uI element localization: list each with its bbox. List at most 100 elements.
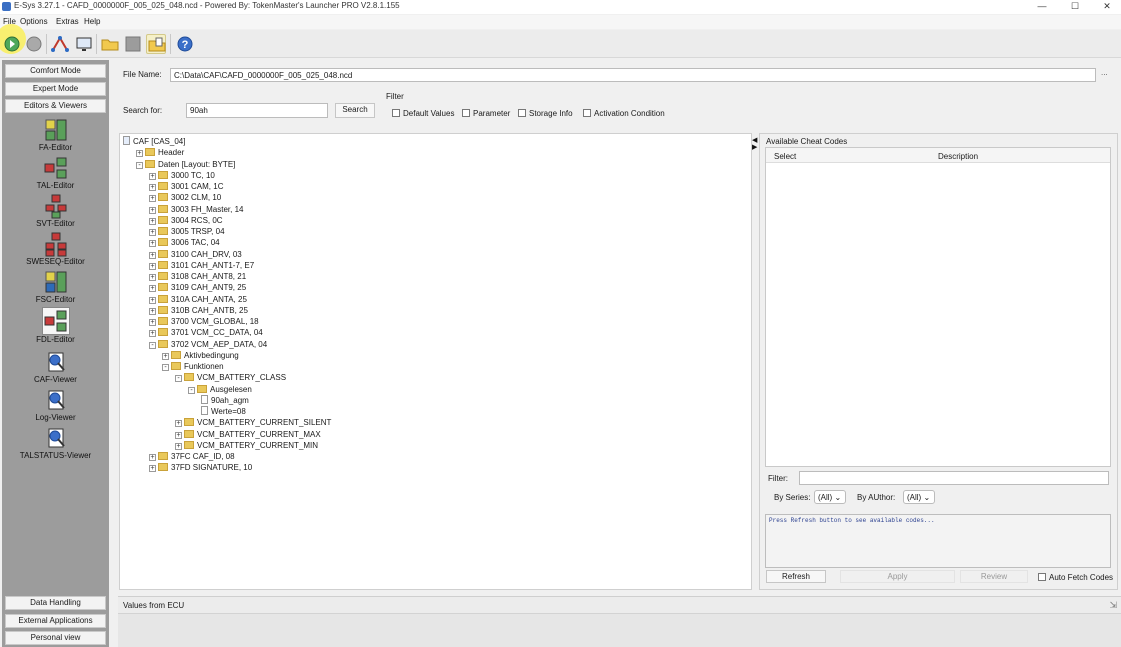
search-button[interactable]: Search (335, 103, 375, 118)
refresh-button[interactable]: Refresh (766, 570, 826, 583)
disconnect-button[interactable] (24, 34, 44, 54)
apply-button[interactable]: Apply (840, 570, 955, 583)
expand-icon[interactable]: + (149, 285, 156, 293)
tree-node[interactable]: 90ah_agm (201, 394, 249, 406)
tree-node[interactable]: + Header (136, 147, 184, 158)
tree-node[interactable]: +3700 VCM_GLOBAL, 18 (149, 316, 259, 327)
default-values-checkbox[interactable]: Default Values (392, 109, 454, 118)
review-button[interactable]: Review (960, 570, 1028, 583)
export-button[interactable] (146, 34, 166, 54)
network-button[interactable] (50, 34, 70, 54)
collapse-icon[interactable]: - (149, 341, 156, 349)
panel-resize-icon[interactable]: ⇲ (1109, 600, 1117, 611)
browse-button[interactable]: ... (1101, 68, 1108, 77)
tree-node[interactable]: Werte=08 (201, 406, 246, 417)
caf-viewer-button[interactable]: CAF-Viewer (2, 349, 109, 384)
column-select[interactable]: Select (774, 152, 796, 161)
connect-button[interactable] (2, 34, 22, 54)
menu-options[interactable]: Options (20, 17, 48, 26)
splitter-arrows-icon[interactable]: ◀ ▶ (752, 137, 757, 151)
tree-node[interactable]: +37FD SIGNATURE, 10 (149, 462, 252, 473)
cheat-codes-table[interactable]: Select Description (765, 147, 1111, 467)
fdl-editor-button[interactable]: FDL-Editor (2, 307, 109, 344)
svt-editor-button[interactable]: SVT-Editor (2, 193, 109, 228)
minimize-button[interactable]: — (1028, 0, 1056, 14)
screen-button[interactable] (74, 34, 94, 54)
comfort-mode-button[interactable]: Comfort Mode (5, 64, 106, 78)
storage-info-checkbox[interactable]: Storage Info (518, 109, 573, 118)
collapse-icon[interactable]: - (175, 375, 182, 383)
tree-node[interactable]: +3109 CAH_ANT9, 25 (149, 282, 246, 293)
by-author-select[interactable]: (All) ⌄ (903, 490, 935, 504)
log-viewer-button[interactable]: Log-Viewer (2, 387, 109, 422)
expand-icon[interactable]: + (149, 465, 156, 473)
tree-node[interactable]: +3100 CAH_DRV, 03 (149, 249, 242, 260)
expand-icon[interactable]: + (149, 206, 156, 214)
search-input[interactable]: 90ah (186, 103, 328, 118)
tree-node[interactable]: +3000 TC, 10 (149, 170, 215, 181)
parameter-checkbox[interactable]: Parameter (462, 109, 510, 118)
tree-node[interactable]: +3003 FH_Master, 14 (149, 204, 243, 215)
sweseq-editor-button[interactable]: SWESEQ-Editor (2, 231, 109, 266)
expand-icon[interactable]: + (162, 352, 169, 360)
menu-extras[interactable]: Extras (56, 17, 79, 26)
expand-icon[interactable]: + (149, 330, 156, 338)
menu-help[interactable]: Help (84, 17, 100, 26)
tree-node[interactable]: + VCM_BATTERY_CURRENT_MIN (175, 440, 318, 451)
tree-node[interactable]: +3002 CLM, 10 (149, 192, 221, 203)
expand-icon[interactable]: + (136, 150, 143, 158)
expand-icon[interactable]: + (149, 307, 156, 315)
tree-node[interactable]: +3101 CAH_ANT1-7, E7 (149, 260, 254, 271)
tree-node[interactable]: +3006 TAC, 04 (149, 237, 220, 248)
activation-condition-checkbox[interactable]: Activation Condition (583, 109, 665, 118)
tree-node[interactable]: - 3702 VCM_AEP_DATA, 04 (149, 339, 267, 350)
expand-icon[interactable]: + (175, 442, 182, 450)
expand-icon[interactable]: + (149, 274, 156, 281)
save-button[interactable] (123, 34, 143, 54)
tree-node[interactable]: +3004 RCS, 0C (149, 215, 223, 226)
tree-node[interactable]: + VCM_BATTERY_CURRENT_MAX (175, 429, 321, 440)
expand-icon[interactable]: + (149, 454, 156, 461)
editors-viewers-button[interactable]: Editors & Viewers (5, 99, 106, 113)
expand-icon[interactable]: + (149, 262, 156, 270)
expert-mode-button[interactable]: Expert Mode (5, 82, 106, 96)
close-button[interactable]: ✕ (1093, 0, 1121, 14)
talstatus-viewer-button[interactable]: TALSTATUS-Viewer (2, 425, 109, 460)
cheat-filter-input[interactable] (799, 471, 1109, 485)
tree-node[interactable]: - Ausgelesen (188, 384, 252, 395)
expand-icon[interactable]: + (175, 420, 182, 428)
expand-icon[interactable]: + (149, 296, 156, 304)
fsc-editor-button[interactable]: FSC-Editor (2, 269, 109, 304)
expand-icon[interactable]: + (149, 195, 156, 203)
collapse-icon[interactable]: - (162, 364, 169, 371)
personal-view-button[interactable]: Personal view (5, 631, 106, 645)
tree-node[interactable]: +3005 TRSP, 04 (149, 226, 225, 237)
data-handling-button[interactable]: Data Handling (5, 596, 106, 610)
tree-node[interactable]: + VCM_BATTERY_CURRENT_SILENT (175, 417, 331, 428)
expand-icon[interactable]: + (149, 251, 156, 259)
auto-fetch-checkbox[interactable]: Auto Fetch Codes (1038, 573, 1113, 582)
tree-node[interactable]: +3701 VCM_CC_DATA, 04 (149, 327, 263, 338)
tree-node[interactable]: +3001 CAM, 1C (149, 181, 223, 192)
expand-icon[interactable]: + (149, 229, 156, 236)
file-name-field[interactable]: C:\Data\CAF\CAFD_0000000F_005_025_048.nc… (170, 68, 1096, 82)
tree-node[interactable]: +37FC CAF_ID, 08 (149, 451, 235, 462)
expand-icon[interactable]: + (175, 431, 182, 439)
expand-icon[interactable]: + (149, 240, 156, 248)
tree-node[interactable]: + Aktivbedingung (162, 350, 239, 361)
tal-editor-button[interactable]: TAL-Editor (2, 155, 109, 190)
tree-node[interactable]: - Funktionen (162, 361, 224, 372)
expand-icon[interactable]: + (149, 184, 156, 191)
fa-editor-button[interactable]: FA-Editor (2, 117, 109, 152)
collapse-icon[interactable]: - (136, 161, 143, 169)
tree-node[interactable]: +310B CAH_ANTB, 25 (149, 305, 248, 316)
open-button[interactable] (100, 34, 120, 54)
maximize-button[interactable]: ☐ (1061, 0, 1089, 14)
tree-node[interactable]: - VCM_BATTERY_CLASS (175, 372, 286, 383)
column-description[interactable]: Description (938, 152, 978, 161)
external-applications-button[interactable]: External Applications (5, 614, 106, 628)
collapse-icon[interactable]: - (188, 386, 195, 394)
tree-node[interactable]: - Daten [Layout: BYTE] (136, 159, 235, 170)
tree-node[interactable]: +310A CAH_ANTA, 25 (149, 294, 247, 305)
tree-node[interactable]: CAF [CAS_04] (123, 136, 185, 147)
